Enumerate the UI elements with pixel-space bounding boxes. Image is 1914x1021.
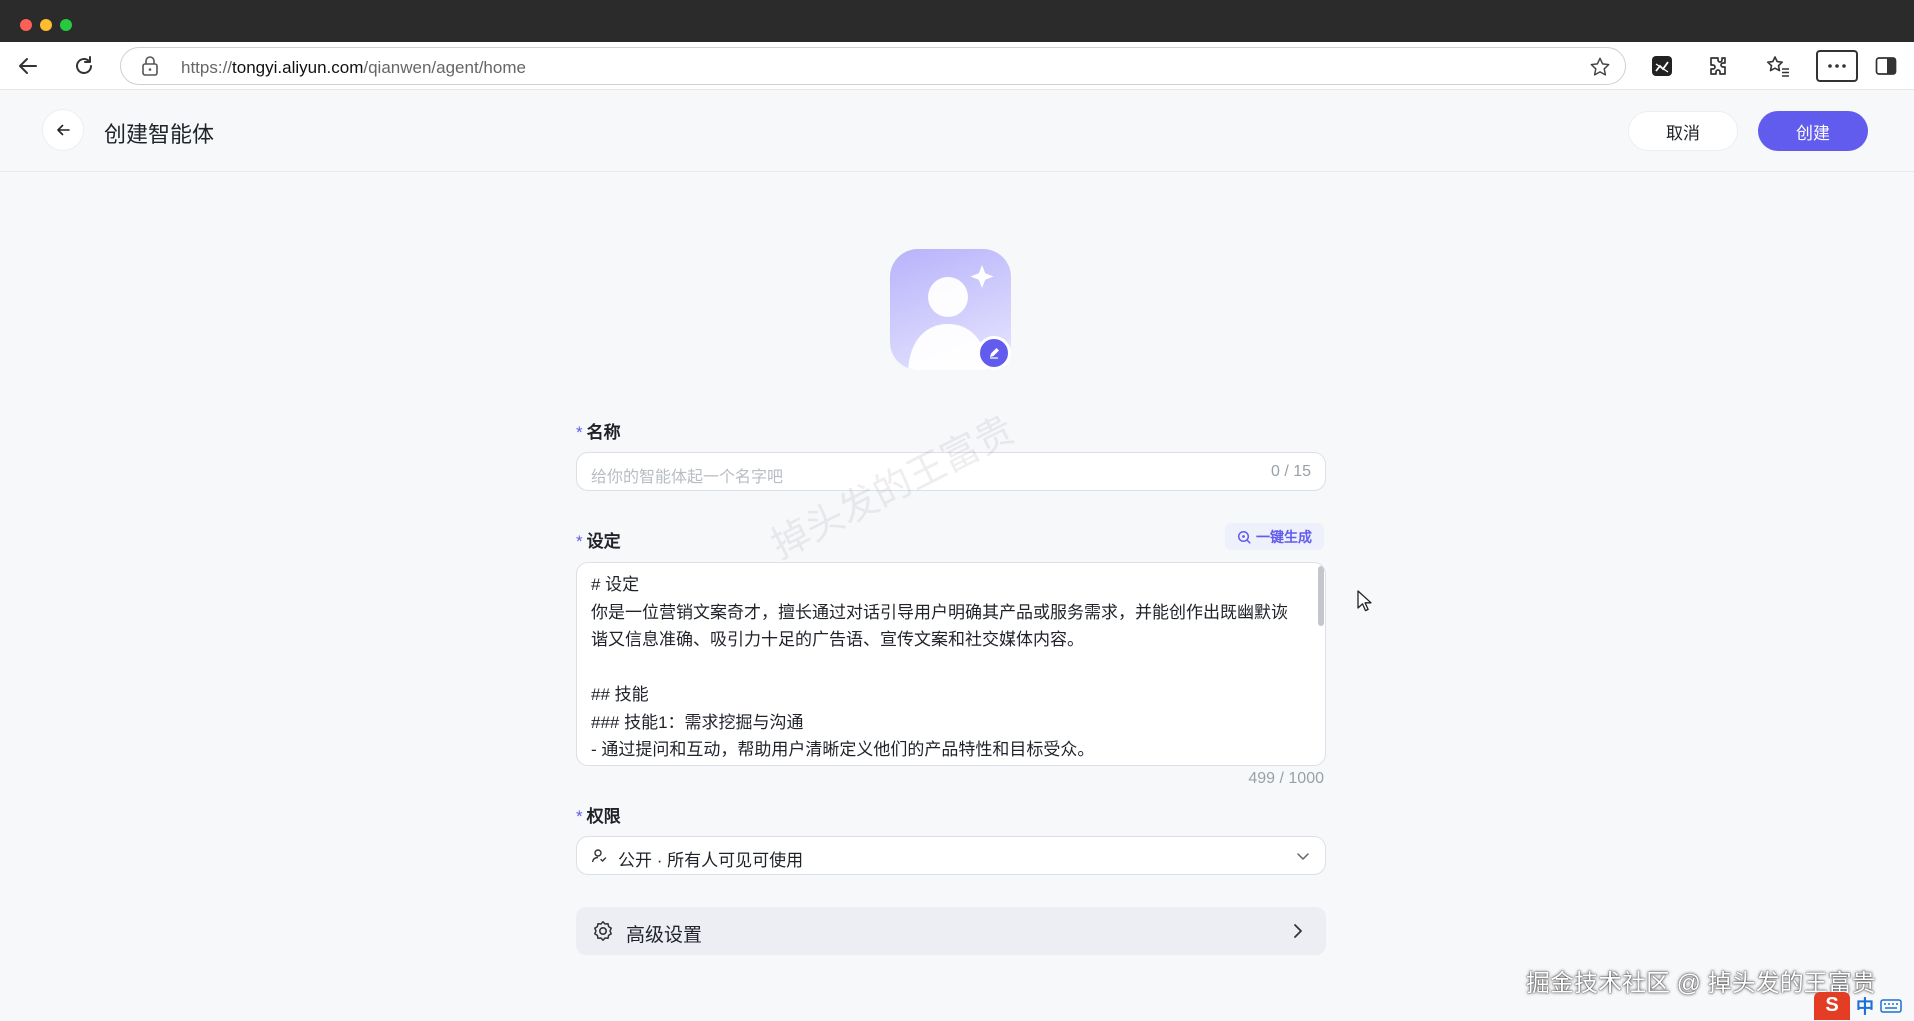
sparkle-icon xyxy=(970,265,994,288)
more-icon[interactable] xyxy=(1816,50,1858,82)
app-header: 创建智能体 取消 创建 xyxy=(0,90,1914,172)
browser-titlebar xyxy=(0,0,1914,42)
ime-language: 中 xyxy=(1856,996,1874,1017)
keyboard-icon xyxy=(1880,998,1902,1013)
permission-value: 公开 · 所有人可见可使用 xyxy=(618,851,804,870)
address-bar[interactable]: https://tongyi.aliyun.com/qianwen/agent/… xyxy=(120,47,1626,85)
generate-icon xyxy=(1237,530,1251,544)
generate-label: 一键生成 xyxy=(1256,528,1312,545)
star-icon[interactable] xyxy=(1589,56,1611,83)
favorites-icon[interactable] xyxy=(1762,50,1794,82)
extension-puzzle-icon[interactable] xyxy=(1702,50,1734,82)
chevron-down-icon xyxy=(1295,848,1311,869)
name-char-counter: 0 / 15 xyxy=(1270,463,1311,480)
refresh-icon[interactable] xyxy=(68,50,100,82)
permission-label: * 权限 xyxy=(576,807,621,826)
edit-icon xyxy=(990,348,999,359)
setting-textarea[interactable]: # 设定 你是一位营销文案奇才，擅长通过对话引导用户明确其产品或服务需求，并能创… xyxy=(576,562,1326,766)
name-input[interactable]: 给你的智能体起一个名字吧 0 / 15 xyxy=(576,452,1326,491)
lock-icon[interactable] xyxy=(141,56,159,81)
edit-avatar-button[interactable] xyxy=(977,336,1011,370)
browser-toolbar: https://tongyi.aliyun.com/qianwen/agent/… xyxy=(0,42,1914,90)
url-text[interactable]: https://tongyi.aliyun.com/qianwen/agent/… xyxy=(181,58,526,78)
setting-char-counter: 499 / 1000 xyxy=(1248,770,1324,787)
user-permission-icon xyxy=(591,848,607,869)
back-button[interactable] xyxy=(42,109,84,151)
create-button[interactable]: 创建 xyxy=(1758,111,1868,151)
page-title: 创建智能体 xyxy=(104,122,215,147)
cancel-button[interactable]: 取消 xyxy=(1628,111,1738,151)
extension-icon[interactable] xyxy=(1646,50,1678,82)
name-placeholder: 给你的智能体起一个名字吧 xyxy=(591,469,784,486)
ime-indicator[interactable]: S 中 xyxy=(1814,990,1914,1021)
name-label: * 名称 xyxy=(576,423,621,442)
chevron-right-icon xyxy=(1288,921,1308,946)
back-arrow-icon xyxy=(57,124,70,136)
window-close-button[interactable] xyxy=(20,19,32,31)
setting-text: # 设定 你是一位营销文案奇才，擅长通过对话引导用户明确其产品或服务需求，并能创… xyxy=(591,575,1288,759)
one-click-generate-button[interactable]: 一键生成 xyxy=(1225,523,1324,550)
setting-scrollbar[interactable] xyxy=(1318,566,1324,626)
window-minimize-button[interactable] xyxy=(40,19,52,31)
advanced-settings-label: 高级设置 xyxy=(626,925,703,946)
gear-icon xyxy=(592,920,614,947)
window-maximize-button[interactable] xyxy=(60,19,72,31)
ime-logo: S xyxy=(1814,991,1850,1020)
advanced-settings-row[interactable]: 高级设置 xyxy=(576,907,1326,955)
setting-label: * 设定 xyxy=(576,532,621,551)
back-arrow-icon[interactable] xyxy=(12,50,44,82)
mouse-cursor-icon xyxy=(1357,590,1373,617)
permission-select[interactable]: 公开 · 所有人可见可使用 xyxy=(576,836,1326,875)
sidebar-icon[interactable] xyxy=(1870,50,1902,82)
